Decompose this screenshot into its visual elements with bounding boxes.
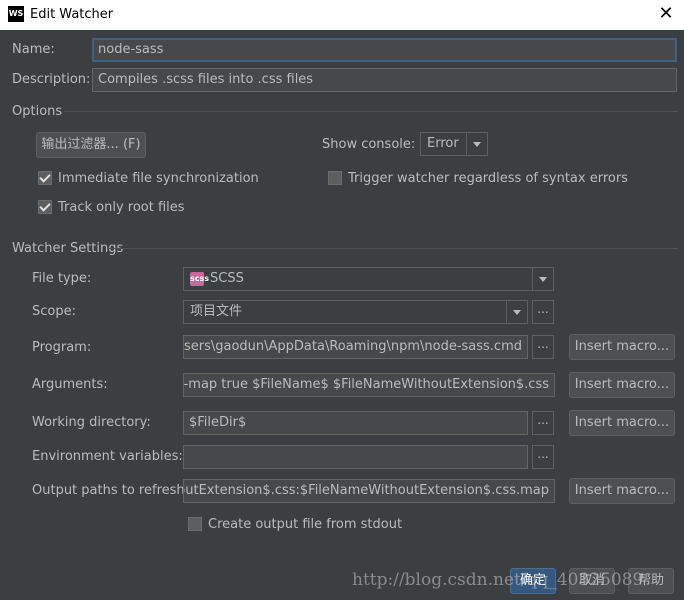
working-directory-label: Working directory: [32, 415, 151, 430]
arguments-label: Arguments: [32, 377, 108, 392]
program-insert-macro-button[interactable]: Insert macro... [569, 334, 675, 360]
description-label: Description: [12, 72, 91, 87]
scope-label: Scope: [32, 304, 76, 319]
output-paths-input[interactable]: $FileNameWithoutExtension$.css:$FileName… [183, 479, 555, 503]
create-output-label: Create output file from stdout [208, 517, 403, 532]
scss-file-icon: scss [190, 272, 209, 286]
title-bar: WS Edit Watcher ✕ [0, 0, 684, 30]
show-console-label: Show console: [322, 137, 416, 152]
scope-dropdown[interactable]: 项目文件 [183, 300, 528, 324]
file-type-dropdown[interactable]: scss SCSS [183, 267, 554, 291]
program-browse-button[interactable]: ... [532, 335, 554, 359]
working-directory-browse-button[interactable]: ... [532, 411, 554, 435]
edit-watcher-dialog: WS Edit Watcher ✕ Name: node-sass Descri… [0, 0, 684, 600]
scope-value: 项目文件 [190, 304, 243, 319]
output-filters-button[interactable]: 输出过滤器... (F) [36, 132, 146, 158]
program-input[interactable]: C:\Users\gaodun\AppData\Roaming\npm\node… [183, 335, 528, 359]
output-paths-insert-macro-button[interactable]: Insert macro... [569, 478, 675, 504]
environment-variables-browse-button[interactable]: ... [532, 445, 554, 469]
program-value: C:\Users\gaodun\AppData\Roaming\npm\node… [183, 339, 522, 354]
scope-browse-button[interactable]: ... [532, 300, 554, 324]
help-button[interactable]: 帮助 [628, 568, 674, 594]
immediate-sync-checkbox[interactable] [38, 171, 52, 185]
name-input[interactable]: node-sass [92, 38, 677, 62]
arguments-value: --source-map true $FileName$ $FileNameWi… [183, 377, 549, 392]
working-directory-input[interactable]: $FileDir$ [183, 411, 528, 435]
show-console-dropdown[interactable]: Error [420, 132, 488, 156]
output-paths-label: Output paths to refresh: [32, 483, 190, 498]
file-type-label: File type: [32, 271, 92, 286]
create-output-checkbox[interactable] [188, 517, 202, 531]
program-label: Program: [32, 340, 92, 355]
watcher-settings-header: Watcher Settings [12, 241, 124, 256]
environment-variables-input[interactable] [183, 445, 528, 469]
close-icon[interactable]: ✕ [654, 3, 678, 25]
track-root-label: Track only root files [58, 200, 185, 215]
arguments-insert-macro-button[interactable]: Insert macro... [569, 372, 675, 398]
show-console-value: Error [427, 136, 459, 151]
ok-button[interactable]: 确定 [510, 568, 556, 594]
immediate-sync-label: Immediate file synchronization [58, 171, 259, 186]
watcher-settings-separator [108, 248, 678, 249]
options-header: Options [12, 104, 63, 119]
output-paths-value: $FileNameWithoutExtension$.css:$FileName… [184, 483, 549, 498]
dialog-title: Edit Watcher [30, 7, 114, 22]
description-input[interactable]: Compiles .scss files into .css files [92, 68, 677, 92]
chevron-down-icon [466, 133, 487, 155]
chevron-down-icon [532, 268, 553, 290]
working-directory-insert-macro-button[interactable]: Insert macro... [569, 410, 675, 436]
environment-variables-label: Environment variables: [32, 449, 183, 464]
file-type-value: SCSS [210, 271, 244, 286]
options-separator [64, 111, 678, 112]
trigger-watcher-checkbox[interactable] [328, 171, 342, 185]
cancel-button[interactable]: 取消 [569, 568, 615, 594]
track-root-checkbox[interactable] [38, 200, 52, 214]
arguments-input[interactable]: --source-map true $FileName$ $FileNameWi… [183, 373, 555, 397]
name-label: Name: [12, 42, 55, 57]
webstorm-app-icon: WS [8, 6, 24, 22]
chevron-down-icon [506, 301, 527, 323]
trigger-watcher-label: Trigger watcher regardless of syntax err… [348, 171, 628, 186]
